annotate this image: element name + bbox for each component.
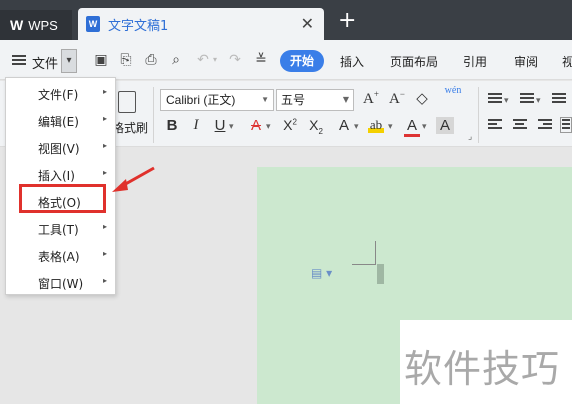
ribbon-divider	[478, 87, 479, 143]
align-center-icon[interactable]	[513, 119, 527, 131]
file-menu-button[interactable]: 文件	[32, 53, 58, 72]
menu-item-label: 窗口(W)	[38, 277, 84, 291]
tab-references[interactable]: 引用	[463, 53, 487, 70]
submenu-arrow-icon: ▸	[102, 141, 107, 150]
chevron-down-icon[interactable]: ▾	[266, 121, 271, 132]
text-effect-icon[interactable]: A	[336, 117, 352, 134]
title-bar: W WPS W 文字文稿1 ✕ +	[0, 0, 572, 40]
tab-review[interactable]: 审阅	[514, 53, 538, 70]
close-icon[interactable]: ✕	[301, 14, 314, 33]
submenu-arrow-icon: ▸	[102, 168, 107, 177]
align-left-icon[interactable]	[488, 119, 502, 131]
char-shading-icon[interactable]: A	[436, 117, 454, 134]
clear-format-icon[interactable]: ◇	[412, 89, 432, 108]
output-icon[interactable]: ⎘	[117, 51, 135, 69]
menu-item-tools[interactable]: 工具(T) ▸	[6, 215, 115, 241]
submenu-arrow-icon: ▸	[102, 114, 107, 123]
font-dialog-launcher-icon[interactable]: ⌟	[468, 131, 472, 142]
paste-options-icon[interactable]: ▤ ▾	[311, 266, 332, 280]
chevron-down-icon[interactable]: ▾	[422, 121, 427, 132]
wps-home-label: WPS	[28, 17, 58, 33]
chevron-down-icon[interactable]: ▾	[61, 49, 77, 73]
page-margin-corner-mark	[352, 264, 376, 265]
menu-item-label: 编辑(E)	[38, 115, 79, 129]
plus-icon[interactable]: +	[338, 10, 356, 32]
font-color-icon[interactable]: A	[404, 117, 420, 137]
print-icon[interactable]: ⎙	[142, 51, 160, 69]
menu-item-label: 工具(T)	[38, 223, 79, 237]
watermark-text: 软件技巧	[404, 347, 561, 391]
tab-page-layout[interactable]: 页面布局	[390, 53, 438, 70]
tab-insert[interactable]: 插入	[340, 53, 364, 70]
strikethrough-icon[interactable]: A	[248, 117, 264, 134]
shrink-font-icon[interactable]: A−	[386, 89, 408, 108]
underline-icon[interactable]: U	[212, 117, 228, 134]
menu-item-window[interactable]: 窗口(W) ▸	[6, 269, 115, 295]
chevron-down-icon[interactable]: ▾	[536, 95, 541, 106]
superscript-icon[interactable]: X2	[280, 117, 300, 133]
annotation-arrow-icon	[112, 166, 155, 192]
chevron-down-icon[interactable]: ▾	[388, 121, 393, 132]
italic-icon[interactable]: I	[188, 117, 204, 134]
menu-item-edit[interactable]: 编辑(E) ▸	[6, 107, 115, 133]
menu-bar: 文件 ▾ ▣ ⎘ ⎙ ⌕ ↶ ▾ ↷ ≚ 开始 插入 页面布局 引用 审阅 视	[0, 40, 572, 80]
phonetic-guide-text: wén	[444, 85, 462, 96]
word-doc-icon: W	[86, 16, 100, 32]
tab-home[interactable]: 开始	[280, 50, 324, 72]
highlight-icon[interactable]: ab	[368, 117, 384, 133]
menu-item-view[interactable]: 视图(V) ▸	[6, 134, 115, 160]
grow-font-icon[interactable]: A+	[360, 89, 382, 108]
menu-item-label: 插入(I)	[38, 169, 75, 183]
chevron-down-icon[interactable]: ▾	[229, 121, 234, 132]
format-painter-icon[interactable]	[118, 91, 136, 113]
save-icon[interactable]: ▣	[92, 51, 110, 69]
submenu-arrow-icon: ▸	[102, 87, 107, 96]
redo-icon[interactable]: ↷	[226, 51, 244, 69]
menu-item-label: 表格(A)	[38, 250, 80, 264]
align-right-icon[interactable]	[538, 119, 552, 131]
chevron-down-icon: ▼	[342, 95, 349, 104]
chevron-down-icon: ▼	[261, 95, 269, 104]
outdent-icon[interactable]	[552, 93, 566, 105]
page-margin-corner-mark	[375, 241, 376, 265]
numbered-list-icon[interactable]	[520, 93, 534, 105]
annotation-highlight-box	[19, 184, 106, 213]
subscript-icon[interactable]: X2	[306, 117, 326, 136]
undo-dropdown-icon[interactable]: ▾	[206, 51, 224, 69]
submenu-arrow-icon: ▸	[102, 276, 107, 285]
menu-item-label: 视图(V)	[38, 142, 80, 156]
font-name-select[interactable]: Calibri (正文) ▼	[160, 89, 274, 111]
ribbon-divider	[153, 87, 154, 143]
justify-icon[interactable]	[560, 117, 572, 133]
chevron-down-icon[interactable]: ▾	[504, 95, 509, 106]
format-painter-label[interactable]: 格式刷	[112, 119, 148, 136]
hamburger-menu-icon[interactable]	[12, 55, 26, 65]
chevron-down-icon[interactable]: ▾	[354, 121, 359, 132]
menu-item-table[interactable]: 表格(A) ▸	[6, 242, 115, 268]
submenu-arrow-icon: ▸	[102, 222, 107, 231]
phonetic-guide-icon[interactable]: wén	[440, 85, 466, 96]
font-name-value: Calibri (正文)	[166, 93, 236, 107]
wps-home-tab[interactable]: W WPS	[0, 10, 72, 40]
submenu-arrow-icon: ▸	[102, 249, 107, 258]
document-tab-title: 文字文稿1	[108, 18, 169, 34]
menu-item-file[interactable]: 文件(F) ▸	[6, 80, 115, 106]
text-cursor	[377, 264, 384, 284]
print-preview-icon[interactable]: ⌕	[167, 51, 185, 69]
font-size-select[interactable]: 五号 ▼	[276, 89, 354, 111]
customize-quick-access-icon[interactable]: ≚	[252, 51, 270, 69]
document-tab[interactable]: W 文字文稿1 ✕	[78, 8, 324, 40]
bullet-list-icon[interactable]	[488, 93, 502, 105]
wps-logo-icon: W	[10, 17, 23, 33]
menu-item-label: 文件(F)	[38, 88, 79, 102]
tab-view[interactable]: 视	[562, 53, 572, 70]
font-size-value: 五号	[281, 93, 306, 107]
bold-icon[interactable]: B	[164, 117, 180, 134]
